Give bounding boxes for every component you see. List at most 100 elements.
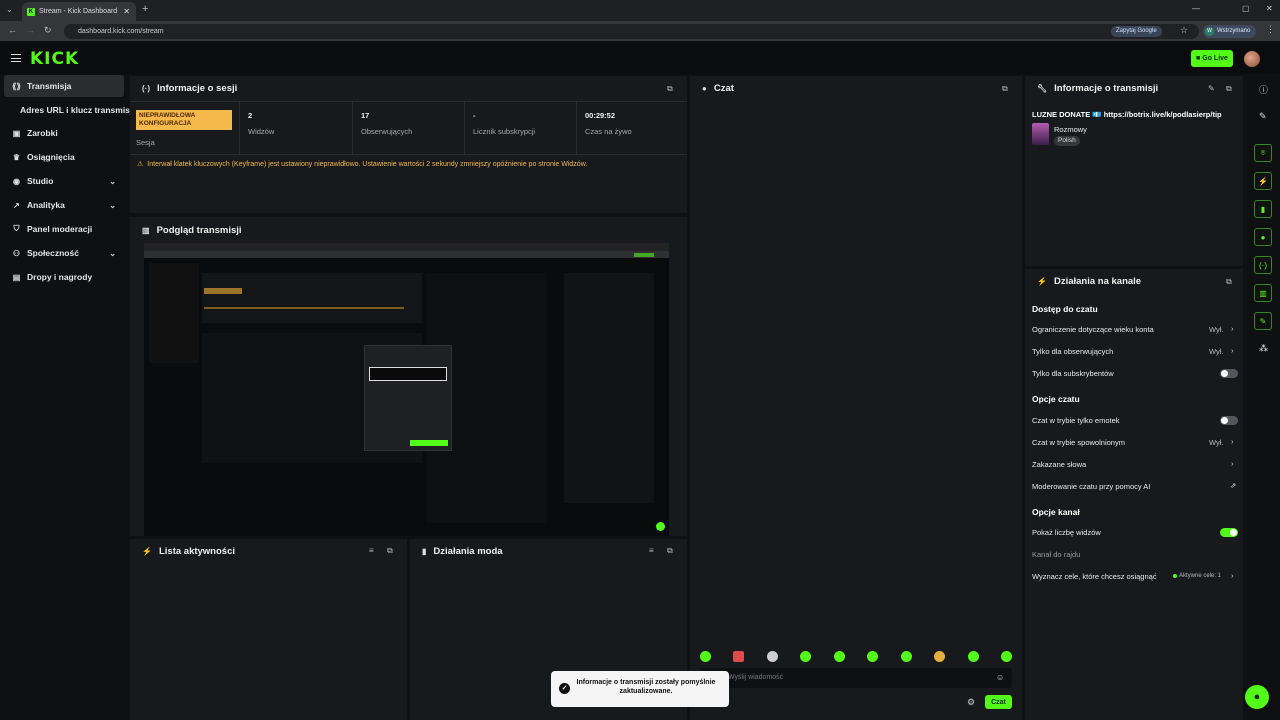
popout-icon[interactable]: ⧉: [1226, 84, 1232, 94]
sidebar-item-osiagniecia[interactable]: ♛ Osiągnięcia: [4, 146, 124, 168]
keyframe-warning: ⚠ Interwał klatek kluczowych (Keyframe) …: [137, 160, 588, 169]
back-icon[interactable]: ←: [8, 25, 17, 35]
chat-settings-gear-icon[interactable]: ⚙: [967, 697, 975, 708]
session-label: Sesja: [136, 138, 155, 147]
studio-icon: ◉: [13, 176, 20, 186]
rail-preview-icon[interactable]: ▥: [1254, 284, 1272, 302]
maximize-icon[interactable]: ▢: [1242, 4, 1250, 13]
address-bar: ← → ↻ dashboard.kick.com/stream Zapytaj …: [0, 21, 1280, 41]
browser-menu-icon[interactable]: ⋮: [1266, 24, 1275, 35]
analytics-icon: ↗: [13, 200, 20, 210]
stat-live-time-label: Czas na żywo: [585, 127, 632, 136]
stat-followers-value: 17: [361, 111, 370, 120]
banned-words-row[interactable]: Zakazane słowa: [1032, 460, 1086, 469]
ai-moderation-row[interactable]: Moderowanie czatu przy pomocy AI: [1032, 482, 1150, 491]
popout-icon[interactable]: ⧉: [387, 546, 393, 556]
misconfigured-badge: NIEPRAWIDŁOWA KONFIGURACJA: [136, 110, 232, 130]
url-field[interactable]: dashboard.kick.com/stream: [64, 24, 1199, 39]
browser-tab[interactable]: K Stream - Kick Dashboard ✕: [22, 2, 136, 21]
channel-options-heading: Opcje kanał: [1032, 507, 1080, 517]
emote-icon[interactable]: [1000, 651, 1012, 662]
stat-live-time-value: 00:29:52: [585, 111, 616, 120]
chevron-down-icon: ⌄: [109, 200, 116, 210]
success-toast: ✓ Informacje o transmisji zostały pomyśl…: [551, 671, 729, 707]
tab-title: Stream - Kick Dashboard: [39, 8, 118, 15]
chevron-right-icon: ›: [1231, 459, 1234, 468]
chat-send-button[interactable]: Czat: [985, 695, 1012, 709]
bookmark-star-icon[interactable]: ☆: [1180, 25, 1188, 36]
minimize-icon[interactable]: —: [1192, 4, 1200, 13]
kick-logo[interactable]: KICK: [30, 49, 79, 69]
forward-icon[interactable]: →: [26, 25, 35, 35]
sidebar-item-zarobki[interactable]: ▣ Zarobki: [4, 122, 124, 144]
add-widget-icon[interactable]: ⁂: [1259, 343, 1268, 354]
stream-info-panel: [1025, 76, 1243, 266]
sidebar-item-panel-moderacji[interactable]: ⛉ Panel moderacji: [4, 218, 124, 240]
sidebar-item-stream-url[interactable]: Adres URL i klucz transmisji: [20, 105, 135, 115]
rail-wrench-icon[interactable]: ✎: [1254, 312, 1272, 330]
rail-chat-icon[interactable]: ●: [1254, 228, 1272, 246]
popout-icon[interactable]: ⧉: [667, 546, 673, 556]
popout-icon[interactable]: ⧉: [1226, 277, 1232, 287]
user-avatar[interactable]: [1244, 51, 1260, 67]
popout-icon[interactable]: ⧉: [1002, 84, 1008, 94]
ask-google-button[interactable]: Zapytaj Google: [1111, 26, 1162, 37]
emote-icon[interactable]: [867, 651, 879, 662]
popout-icon[interactable]: ⧉: [667, 84, 673, 94]
close-window-icon[interactable]: ✕: [1266, 4, 1273, 13]
slow-mode-row[interactable]: Czat w trybie spowolnionym: [1032, 438, 1125, 447]
chat-message-input[interactable]: Wyślij wiadomość: [700, 668, 1012, 688]
edit-pencil-icon[interactable]: ✎: [1259, 111, 1267, 122]
filter-icon[interactable]: ≡: [649, 546, 654, 555]
sidebar-item-transmisja[interactable]: ⟪⟫ Transmisja: [4, 75, 124, 97]
rail-clipboard-icon[interactable]: ▮: [1254, 200, 1272, 218]
chat-fab-icon[interactable]: ●: [1245, 685, 1269, 709]
mod-actions-title: ▮ Działania moda: [422, 546, 503, 557]
new-tab-icon[interactable]: +: [142, 3, 148, 15]
broadcast-icon: ⟪⟫: [12, 81, 21, 91]
browser-profile-button[interactable]: W Wstrzymano: [1203, 25, 1257, 38]
emote-icon[interactable]: [800, 651, 812, 662]
rail-session-icon[interactable]: ⌾: [1254, 144, 1272, 162]
emote-icon[interactable]: [833, 651, 845, 662]
close-tab-icon[interactable]: ✕: [123, 7, 130, 16]
rail-broadcast-icon[interactable]: (·): [1254, 256, 1272, 274]
emote-icon[interactable]: [766, 651, 778, 662]
emote-icon[interactable]: [934, 651, 946, 662]
slow-mode-value: Wył.: [1209, 438, 1224, 447]
sidebar-item-dropy[interactable]: ▤ Dropy i nagrody: [4, 266, 124, 288]
external-link-icon[interactable]: ⇗: [1230, 481, 1236, 490]
hamburger-menu-icon[interactable]: [11, 54, 21, 62]
preview-modal-save: [410, 440, 448, 446]
preview-session: [202, 273, 422, 323]
stat-subs-value: -: [473, 111, 476, 120]
edit-pencil-icon[interactable]: ✎: [1208, 84, 1215, 93]
filter-icon[interactable]: ≡: [369, 546, 374, 555]
shield-icon: ⛉: [13, 224, 20, 233]
subscribers-only-toggle[interactable]: [1220, 369, 1238, 378]
emoji-picker-icon[interactable]: ☺: [996, 673, 1004, 682]
emote-icon[interactable]: [733, 651, 745, 662]
emote-icon[interactable]: [900, 651, 912, 662]
category-name[interactable]: Rozmowy: [1054, 125, 1087, 134]
sidebar-item-studio[interactable]: ◉ Studio ⌄: [4, 170, 124, 192]
go-live-button[interactable]: ■ Go Live: [1191, 50, 1233, 67]
stream-info-title: 🔧︎ Informacje o transmisji: [1037, 83, 1159, 94]
chevron-down-icon: ⌄: [109, 176, 116, 186]
emote-icon[interactable]: [967, 651, 979, 662]
emote-only-toggle[interactable]: [1220, 416, 1238, 425]
tab-list-icon[interactable]: ⌄: [6, 5, 13, 14]
preview-right: [564, 273, 654, 503]
sidebar-item-spolecznosc[interactable]: ⚇ Społeczność ⌄: [4, 242, 124, 264]
info-icon[interactable]: ⓘ: [1259, 83, 1268, 96]
sidebar-item-analityka[interactable]: ↗ Analityka ⌄: [4, 194, 124, 216]
show-viewer-count-toggle[interactable]: [1220, 528, 1238, 537]
goals-row[interactable]: Wyznacz cele, które chcesz osiągnąć: [1032, 572, 1157, 581]
stream-preview-video[interactable]: [144, 243, 669, 536]
followers-only-row[interactable]: Tylko dla obserwujących: [1032, 347, 1113, 356]
reload-icon[interactable]: ↻: [44, 25, 52, 36]
emote-icon[interactable]: [700, 651, 711, 662]
wallet-icon: ▣: [12, 128, 21, 138]
account-age-row[interactable]: Ograniczenie dotyczące wieku konta: [1032, 325, 1154, 334]
rail-lightning-icon[interactable]: ⚡: [1254, 172, 1272, 190]
